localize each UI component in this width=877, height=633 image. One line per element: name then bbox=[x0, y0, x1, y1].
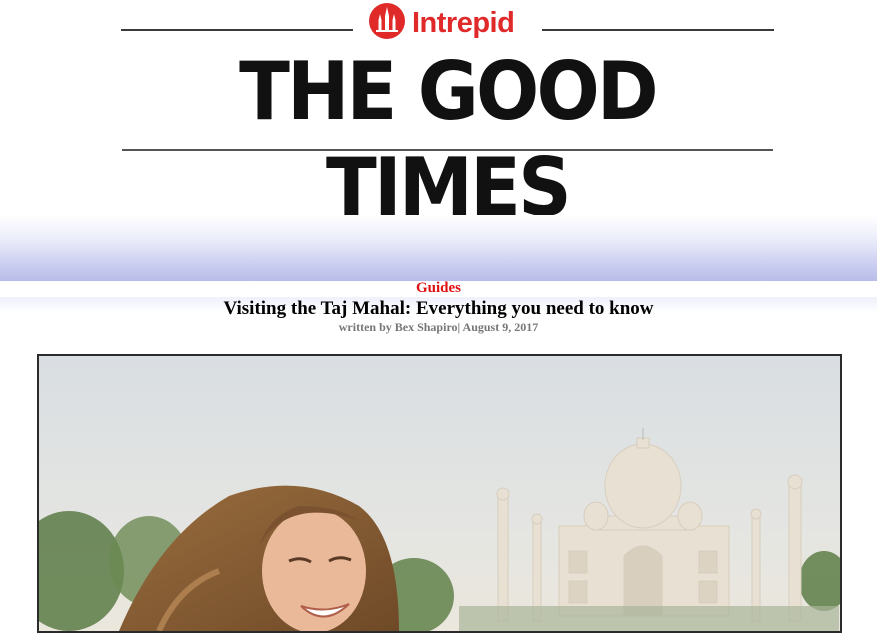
masthead-rule-right bbox=[542, 29, 774, 31]
header-gradient-band bbox=[0, 215, 877, 281]
brand-name: Intrepid bbox=[412, 6, 515, 39]
masthead: Intrepid THE GOOD TIMES bbox=[0, 0, 877, 234]
masthead-title: THE GOOD TIMES bbox=[239, 45, 659, 234]
intrepid-logo-link[interactable]: Intrepid bbox=[368, 2, 515, 45]
article-title: Visiting the Taj Mahal: Everything you n… bbox=[223, 298, 654, 319]
masthead-rule-left bbox=[121, 29, 353, 31]
intrepid-logo-icon bbox=[368, 2, 406, 45]
article-byline: written by Bex Shapiro| August 9, 2017 bbox=[338, 320, 539, 334]
hero-photo-illustration bbox=[39, 356, 840, 631]
article-category-link[interactable]: Guides bbox=[0, 280, 877, 297]
hero-image bbox=[37, 354, 842, 633]
masthead-rule-bottom bbox=[122, 149, 773, 151]
